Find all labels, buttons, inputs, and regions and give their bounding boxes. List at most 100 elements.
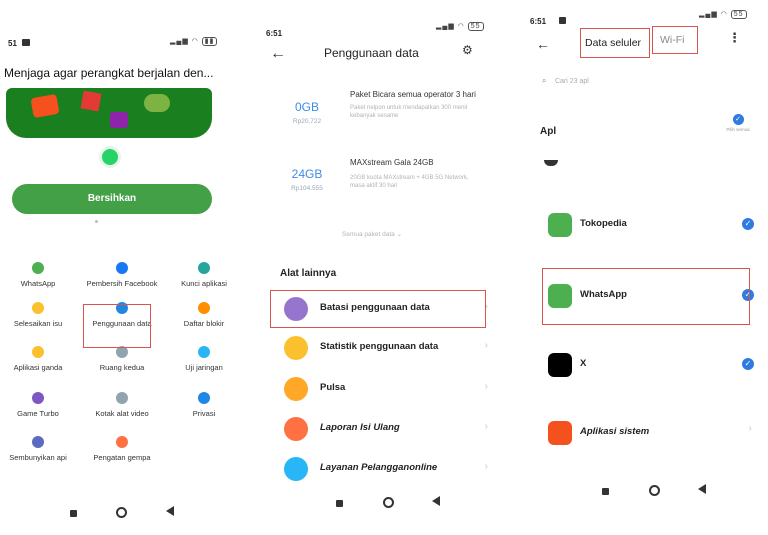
check-icon: ✓ [742, 218, 754, 230]
grid-item[interactable]: Pengatan gempa [80, 436, 164, 462]
grid-item[interactable]: Privasi [162, 392, 246, 418]
select-all-toggle[interactable]: ✓ Pilih semua [724, 114, 752, 132]
recents-button[interactable] [336, 500, 343, 507]
grid-item[interactable]: Sembunyikan api [0, 436, 80, 462]
balance-icon [284, 377, 308, 401]
tab-cellular: Data seluler [585, 37, 642, 49]
package-info-1: Paket Bicara semua operator 3 hari Paket… [350, 89, 478, 120]
hide-apps-icon [32, 436, 44, 448]
chevron-down-icon: ⌄ [396, 231, 403, 238]
grid-item[interactable]: Selesaikan isu [0, 302, 80, 328]
all-packages-label: Semua paket data [342, 231, 395, 238]
grid-item[interactable]: Pembersih Facebook [80, 262, 164, 288]
app-label: Tokopedia [580, 218, 627, 229]
tab-cellular-box[interactable]: Data seluler [580, 28, 650, 58]
search-icon: ⌕ [542, 76, 547, 85]
back-button[interactable] [698, 484, 706, 494]
search-bar[interactable]: ⌕ Cari 23 apl [542, 70, 742, 86]
section-title: Alat lainnya [280, 268, 337, 279]
app-row[interactable]: X ✓ [544, 345, 754, 385]
wrench-icon [32, 302, 44, 314]
grid-item[interactable]: Daftar blokir [162, 302, 246, 328]
tokopedia-icon [548, 213, 572, 237]
shield-icon [198, 262, 210, 274]
grid-item-label: Kunci aplikasi [181, 279, 227, 288]
tab-wifi-box[interactable]: Wi-Fi [652, 26, 698, 54]
recharge-report-icon [284, 417, 308, 441]
banner [6, 88, 212, 138]
chevron-right-icon: › [484, 340, 488, 351]
grid-item-label: Kotak alat video [95, 409, 149, 418]
grid-item-label: Daftar blokir [183, 319, 225, 328]
grid-item[interactable]: Game Turbo [0, 392, 80, 418]
tool-label: Pulsa [320, 382, 346, 393]
highlight-box [270, 290, 486, 328]
tool-label: Statistik penggunaan data [320, 341, 439, 352]
page-title: Penggunaan data [324, 46, 419, 60]
clean-button[interactable]: Bersihkan [12, 184, 212, 214]
facebook-icon [116, 262, 128, 274]
package-price-sub: Rp104.555 [291, 185, 323, 192]
alert-icon [80, 90, 102, 112]
back-button[interactable] [166, 506, 174, 516]
app-row[interactable]: Aplikasi sistem › [544, 413, 754, 453]
package-name: Paket Bicara semua operator 3 hari [350, 90, 476, 99]
all-packages-link[interactable]: Semua paket data ⌄ [342, 230, 402, 238]
status-icons: ▂▄▆ ◠ 55 [699, 10, 747, 19]
recents-button[interactable] [70, 510, 77, 517]
package-desc: Paket nelpon untuk mendapatkan 300 menit… [350, 105, 468, 119]
grid-item[interactable]: Uji jaringan [162, 346, 246, 372]
package-price: 24GB [291, 167, 323, 181]
message-icon [144, 94, 170, 112]
tool-label: Laporan Isi Ulang [320, 422, 400, 433]
grid-item[interactable]: Ruang kedua [80, 346, 164, 372]
grid-item[interactable]: Kotak alat video [80, 392, 164, 418]
more-options-icon[interactable]: ⋮ [728, 30, 741, 46]
grid-item-label: Ruang kedua [99, 363, 145, 372]
section-label: Apl [540, 126, 557, 137]
back-button[interactable] [432, 496, 440, 506]
package-card-2[interactable]: 24GB Rp104.555 [282, 167, 332, 192]
x-icon [548, 353, 572, 377]
cellular-data-app-list-screen: 6:51 ▂▄▆ ◠ 55 ← Data seluler Wi-Fi ⋮ ⌕ C… [514, 0, 768, 535]
recents-button[interactable] [602, 488, 609, 495]
package-price: 0GB [294, 100, 319, 114]
grid-item[interactable]: Kunci aplikasi [162, 262, 246, 288]
back-arrow-icon[interactable]: ← [270, 45, 286, 63]
app-row[interactable]: Tokopedia ✓ [544, 205, 754, 245]
status-time: 51 [8, 39, 17, 48]
tool-row[interactable]: Layanan Pelangganonline › [270, 451, 494, 487]
gamepad-icon [32, 392, 44, 404]
system-apps-icon [548, 421, 572, 445]
grid-item[interactable]: Aplikasi ganda [0, 346, 80, 372]
tool-row[interactable]: Statistik penggunaan data › [270, 330, 494, 366]
home-button[interactable] [383, 497, 394, 508]
tool-row[interactable]: Laporan Isi Ulang › [270, 411, 494, 447]
package-price-sub: Rp20.722 [292, 118, 322, 125]
grid-item-label: Aplikasi ganda [13, 363, 63, 372]
home-button[interactable] [649, 485, 660, 496]
grid-item-label: Selesaikan isu [13, 319, 63, 328]
package-name: MAXstream Gala 24GB [350, 158, 434, 167]
page-title: Menjaga agar perangkat berjalan den... [4, 66, 214, 80]
package-info-2: MAXstream Gala 24GB 20GB kuota MAXstream… [350, 157, 478, 190]
app-label: Aplikasi sistem [580, 426, 650, 437]
grid-item-label: Sembunyikan api [9, 453, 67, 462]
chevron-right-icon: › [484, 461, 488, 472]
tool-row[interactable]: Pulsa › [270, 371, 494, 407]
grid-item[interactable]: WhatsApp [0, 262, 80, 288]
package-card-1[interactable]: 0GB Rp20.722 [282, 100, 332, 125]
check-icon: ✓ [732, 114, 744, 125]
home-button[interactable] [116, 507, 127, 518]
statistics-icon [284, 336, 308, 360]
search-input[interactable]: Cari 23 apl [555, 78, 589, 85]
grid-item-label: Privasi [192, 409, 216, 418]
settings-icon[interactable]: ⚙ [462, 43, 473, 57]
block-icon [198, 302, 210, 314]
grid-item-label: Pengatan gempa [93, 453, 151, 462]
app-label: X [580, 358, 587, 369]
check-icon: ✓ [742, 358, 754, 370]
notification-icon [22, 39, 30, 46]
back-arrow-icon[interactable]: ← [536, 36, 550, 52]
network-test-icon [198, 346, 210, 358]
